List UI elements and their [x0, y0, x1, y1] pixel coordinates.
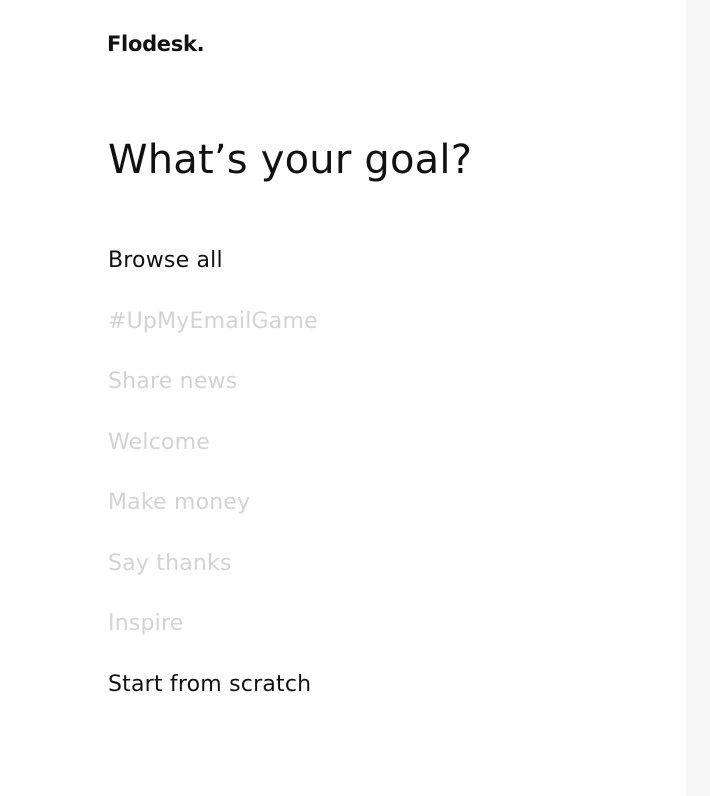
goal-inspire[interactable]: Inspire: [108, 605, 318, 666]
main-panel: Flodesk. What’s your goal? Browse all #U…: [0, 0, 686, 796]
goal-say-thanks[interactable]: Say thanks: [108, 545, 318, 606]
goal-make-money[interactable]: Make money: [108, 484, 318, 545]
goal-up-my-email-game[interactable]: #UpMyEmailGame: [108, 303, 318, 364]
flodesk-logo[interactable]: Flodesk.: [107, 31, 205, 57]
goal-list: Browse all #UpMyEmailGame Share news Wel…: [108, 242, 318, 726]
page-title: What’s your goal?: [108, 137, 473, 183]
side-panel-edge: [686, 0, 710, 796]
goal-share-news[interactable]: Share news: [108, 363, 318, 424]
goal-welcome[interactable]: Welcome: [108, 424, 318, 485]
goal-start-from-scratch[interactable]: Start from scratch: [108, 666, 318, 727]
goal-browse-all[interactable]: Browse all: [108, 242, 318, 303]
